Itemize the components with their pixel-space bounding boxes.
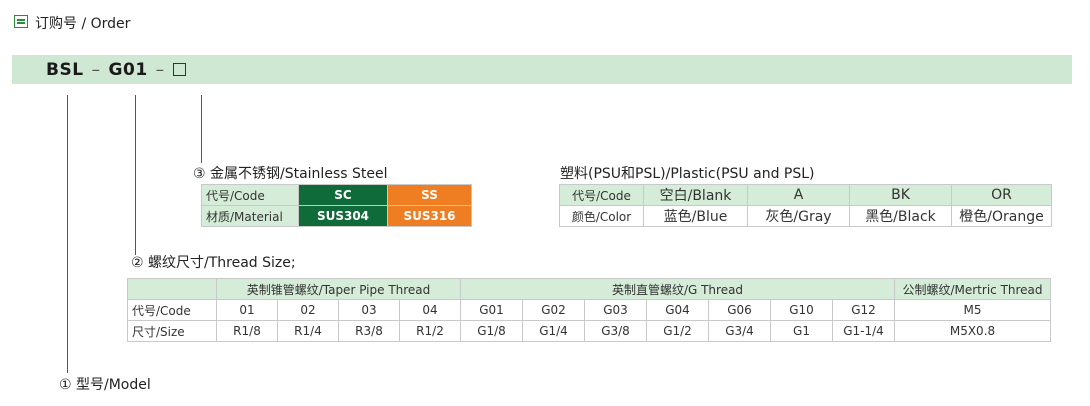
table-cell: 空白/Blank	[643, 184, 748, 206]
table-cell: 02	[277, 299, 339, 321]
model-label: ① 型号/Model	[59, 377, 151, 393]
table-cell: G1/2	[646, 320, 709, 342]
code-model: BSL	[46, 60, 84, 80]
table-cell: 橙色/Orange	[951, 205, 1052, 227]
material-leader-line	[201, 95, 202, 163]
table-cell: 灰色/Gray	[747, 205, 850, 227]
table-cell: G1/4	[522, 320, 585, 342]
table-cell: SUS316	[387, 205, 472, 227]
model-leader-line	[67, 95, 68, 373]
table-cell: G01	[460, 299, 523, 321]
table-cell: G03	[584, 299, 647, 321]
table-cell: G3/8	[584, 320, 647, 342]
table-cell: G12	[832, 299, 895, 321]
table-cell: 01	[216, 299, 278, 321]
order-code: BSL – G01–	[46, 60, 186, 80]
table-cell: G04	[646, 299, 709, 321]
table-cell: G06	[708, 299, 771, 321]
section-title: 订购号 / Order	[35, 16, 131, 32]
table-cell: 代号/Code	[559, 184, 644, 206]
table-cell: A	[747, 184, 850, 206]
table-cell: R3/8	[338, 320, 400, 342]
table-row: 英制锥管螺纹/Taper Pipe Thread 英制直管螺纹/G Thread…	[127, 278, 1051, 300]
table-cell: R1/8	[216, 320, 278, 342]
table-row: 代号/Code 01 02 03 04 G01 G02 G03 G04 G06 …	[127, 299, 1051, 321]
table-cell: 04	[399, 299, 461, 321]
table-cell: M5	[894, 299, 1051, 321]
table-cell: 代号/Code	[127, 299, 217, 321]
table-cell: M5X0.8	[894, 320, 1051, 342]
thread-group-header: 公制螺纹/Mertric Thread	[894, 278, 1051, 300]
table-cell: 03	[338, 299, 400, 321]
table-cell: G1-1/4	[832, 320, 895, 342]
table-row: 代号/Code SC SS	[201, 184, 472, 206]
table-row: 颜色/Color 蓝色/Blue 灰色/Gray 黑色/Black 橙色/Ora…	[559, 205, 1052, 227]
order-icon	[14, 15, 28, 28]
option-placeholder-box	[172, 63, 186, 76]
thread-label: ② 螺纹尺寸/Thread Size;	[131, 255, 296, 271]
table-cell: SUS304	[298, 205, 388, 227]
table-cell: G02	[522, 299, 585, 321]
code-thread: G01	[108, 60, 148, 80]
table-cell: OR	[951, 184, 1052, 206]
table-cell: 尺寸/Size	[127, 320, 217, 342]
material-label: ③ 金属不锈钢/Stainless Steel	[193, 166, 388, 182]
thread-leader-line	[135, 95, 136, 255]
thread-group-header: 英制锥管螺纹/Taper Pipe Thread	[216, 278, 461, 300]
table-row: 代号/Code 空白/Blank A BK OR	[559, 184, 1052, 206]
table-cell: R1/2	[399, 320, 461, 342]
table-cell: R1/4	[277, 320, 339, 342]
thread-table: 英制锥管螺纹/Taper Pipe Thread 英制直管螺纹/G Thread…	[127, 278, 1051, 342]
table-cell: G1/8	[460, 320, 523, 342]
table-cell: 材质/Material	[201, 205, 299, 227]
code-separator: –	[91, 60, 101, 80]
table-cell: 黑色/Black	[849, 205, 952, 227]
material-table: 代号/Code SC SS 材质/Material SUS304 SUS316	[201, 184, 472, 227]
table-cell: BK	[849, 184, 952, 206]
table-cell	[127, 278, 217, 300]
plastic-table: 代号/Code 空白/Blank A BK OR 颜色/Color 蓝色/Blu…	[559, 184, 1052, 227]
table-cell: SC	[298, 184, 388, 206]
table-cell: 代号/Code	[201, 184, 299, 206]
table-cell: G1	[770, 320, 833, 342]
table-row: 尺寸/Size R1/8 R1/4 R3/8 R1/2 G1/8 G1/4 G3…	[127, 320, 1051, 342]
table-row: 材质/Material SUS304 SUS316	[201, 205, 472, 227]
code-separator: –	[155, 60, 165, 80]
table-cell: G10	[770, 299, 833, 321]
thread-group-header: 英制直管螺纹/G Thread	[460, 278, 895, 300]
plastic-label: 塑料(PSU和PSL)/Plastic(PSU and PSL)	[560, 166, 815, 182]
table-cell: G3/4	[708, 320, 771, 342]
table-cell: 颜色/Color	[559, 205, 644, 227]
table-cell: SS	[387, 184, 472, 206]
table-cell: 蓝色/Blue	[643, 205, 748, 227]
